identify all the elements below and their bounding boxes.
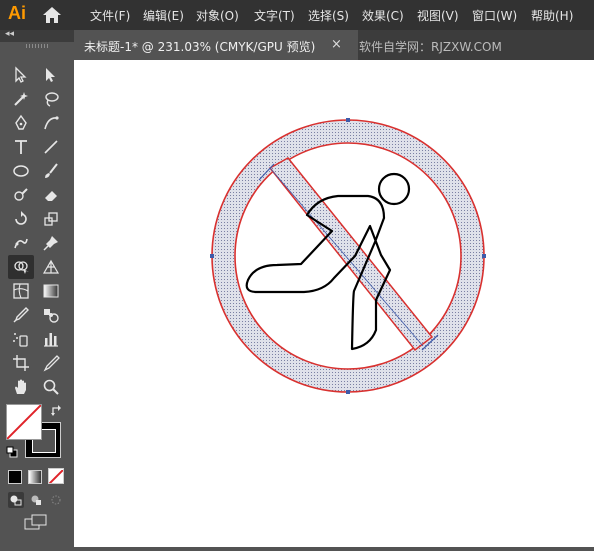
watermark-text: 软件自学网：RJZXW.COM bbox=[359, 40, 502, 54]
close-icon[interactable]: × bbox=[331, 37, 342, 52]
draw-inside-icon[interactable] bbox=[48, 492, 64, 508]
lasso-tool-icon[interactable] bbox=[40, 88, 62, 110]
anchor-point-bottom[interactable] bbox=[346, 390, 350, 394]
blend-tool-icon[interactable] bbox=[40, 304, 62, 326]
menu-edit[interactable]: 编辑(E) bbox=[143, 7, 184, 24]
fill-swatch[interactable] bbox=[6, 404, 42, 440]
color-mode-button[interactable] bbox=[8, 470, 22, 484]
shape-builder-tool-icon[interactable] bbox=[8, 255, 34, 279]
menu-effect[interactable]: 效果(C) bbox=[362, 7, 404, 24]
pen-tool-icon[interactable] bbox=[10, 112, 32, 134]
selection-tool-icon[interactable] bbox=[10, 64, 32, 86]
gradient-tool-icon[interactable] bbox=[40, 280, 62, 302]
panel-grip[interactable] bbox=[26, 44, 48, 48]
hand-tool-icon[interactable] bbox=[10, 376, 32, 398]
running-figure bbox=[245, 172, 411, 351]
menu-type[interactable]: 文字(T) bbox=[254, 7, 295, 24]
mesh-tool-icon[interactable] bbox=[10, 280, 32, 302]
type-tool-icon[interactable] bbox=[10, 136, 32, 158]
anchor-point-right[interactable] bbox=[482, 254, 486, 258]
swap-colors-icon[interactable] bbox=[50, 404, 64, 418]
eyedropper-tool-icon[interactable] bbox=[10, 304, 32, 326]
draw-normal-icon[interactable] bbox=[8, 492, 24, 508]
prohibition-bar bbox=[268, 157, 434, 352]
default-colors-icon[interactable] bbox=[6, 446, 18, 458]
slice-tool-icon[interactable] bbox=[40, 352, 62, 374]
menu-select[interactable]: 选择(S) bbox=[308, 7, 349, 24]
symbol-sprayer-tool-icon[interactable] bbox=[10, 328, 32, 350]
document-tab-bar: 未标题-1* @ 231.03% (CMYK/GPU 预览) × 软件自学网：R… bbox=[74, 30, 594, 60]
tab-document-label: 未标题-1* @ 231.03% (CMYK/GPU 预览) bbox=[84, 40, 316, 54]
canvas[interactable] bbox=[74, 60, 594, 547]
screen-mode-icon[interactable] bbox=[24, 514, 48, 530]
gradient-mode-button[interactable] bbox=[28, 470, 42, 484]
menu-file[interactable]: 文件(F) bbox=[90, 7, 130, 24]
selection-path bbox=[269, 167, 424, 347]
anchor-point-top[interactable] bbox=[346, 118, 350, 122]
toolbar-header: ◂◂ bbox=[0, 29, 74, 42]
paintbrush-tool-icon[interactable] bbox=[40, 160, 62, 182]
pin-tool-icon[interactable] bbox=[40, 232, 62, 254]
tab-separator bbox=[348, 30, 358, 60]
rotate-tool-icon[interactable] bbox=[10, 208, 32, 230]
eraser-tool-icon[interactable] bbox=[40, 184, 62, 206]
zoom-tool-icon[interactable] bbox=[40, 376, 62, 398]
magic-wand-tool-icon[interactable] bbox=[10, 88, 32, 110]
column-graph-tool-icon[interactable] bbox=[40, 328, 62, 350]
tab-document[interactable]: 未标题-1* @ 231.03% (CMYK/GPU 预览) × bbox=[74, 30, 348, 60]
ellipse-tool-icon[interactable] bbox=[10, 160, 32, 182]
menu-view[interactable]: 视图(V) bbox=[417, 7, 459, 24]
tools-panel: ◂◂ bbox=[0, 29, 74, 547]
menu-object[interactable]: 对象(O) bbox=[196, 7, 239, 24]
draw-behind-icon[interactable] bbox=[28, 492, 44, 508]
direct-selection-tool-icon[interactable] bbox=[40, 64, 62, 86]
home-icon[interactable] bbox=[42, 6, 62, 24]
menu-window[interactable]: 窗口(W) bbox=[472, 7, 517, 24]
line-segment-tool-icon[interactable] bbox=[40, 136, 62, 158]
artwork bbox=[210, 118, 486, 394]
menu-help[interactable]: 帮助(H) bbox=[531, 7, 573, 24]
puppet-warp-tool-icon[interactable] bbox=[10, 232, 32, 254]
artboard-tool-icon[interactable] bbox=[10, 352, 32, 374]
scale-tool-icon[interactable] bbox=[40, 208, 62, 230]
curvature-tool-icon[interactable] bbox=[40, 112, 62, 134]
menu-bar: Ai 文件(F) 编辑(E) 对象(O) 文字(T) 选择(S) 效果(C) 视… bbox=[0, 0, 594, 30]
collapse-panel-icon[interactable]: ◂◂ bbox=[5, 29, 14, 39]
perspective-grid-tool-icon[interactable] bbox=[40, 256, 62, 278]
none-mode-button[interactable] bbox=[48, 468, 64, 484]
anchor-point-left[interactable] bbox=[210, 254, 214, 258]
app-logo: Ai bbox=[8, 3, 26, 23]
shaper-tool-icon[interactable] bbox=[10, 184, 32, 206]
